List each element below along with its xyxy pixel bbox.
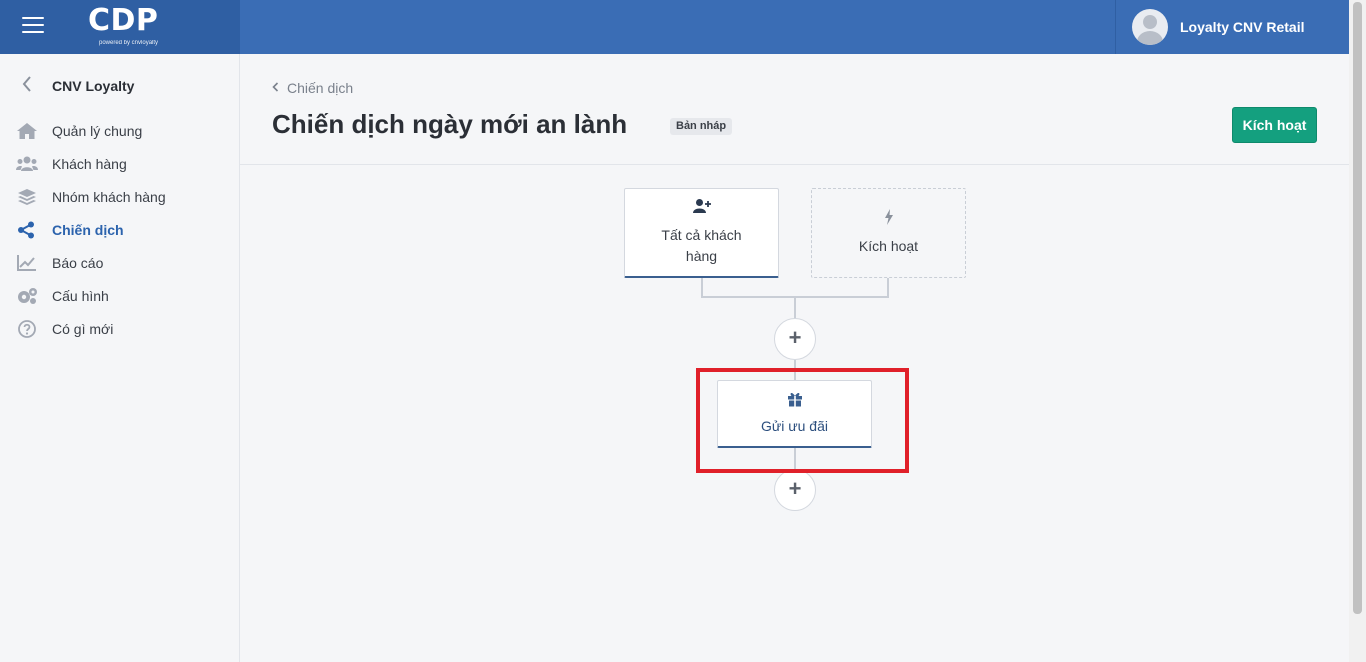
- activate-button[interactable]: Kích hoạt: [1232, 107, 1317, 143]
- sidebar-item-label: Nhóm khách hàng: [52, 188, 166, 205]
- sidebar-back-link[interactable]: CNV Loyalty: [0, 74, 240, 98]
- highlight-box: [696, 368, 909, 473]
- avatar: [1132, 9, 1168, 45]
- page-scrollbar[interactable]: [1349, 0, 1366, 662]
- cogs-icon: [0, 287, 52, 305]
- plus-icon: +: [788, 325, 802, 350]
- sidebar-nav: Quản lý chung Khách hàng Nhóm khách hàng…: [0, 114, 240, 345]
- sidebar-item-bao-cao[interactable]: Báo cáo: [0, 246, 240, 279]
- chevron-left-icon: [0, 75, 52, 97]
- scrollbar-thumb[interactable]: [1353, 2, 1362, 614]
- brand-block: CDP powered by cnvloyalty: [0, 0, 240, 54]
- logo-text: CDP: [88, 3, 159, 38]
- flow-node-trigger[interactable]: Kích hoạt: [811, 188, 966, 278]
- logo[interactable]: CDP powered by cnvloyalty: [88, 3, 168, 51]
- connector-line: [887, 278, 889, 297]
- sidebar-item-label: Có gì mới: [52, 320, 114, 337]
- breadcrumb-link[interactable]: Chiến dịch: [287, 80, 353, 96]
- flow-node-label: Tất cả khách hàng: [661, 227, 742, 264]
- status-badge: Bản nháp: [670, 118, 733, 135]
- add-step-button[interactable]: +: [774, 469, 816, 511]
- bolt-icon: [880, 209, 898, 230]
- user-plus-icon: [692, 198, 711, 219]
- page-title: Chiến dịch ngày mới an lành: [272, 109, 628, 139]
- users-icon: [0, 155, 52, 173]
- breadcrumb[interactable]: Chiến dịch: [272, 80, 353, 96]
- sidebar-item-co-gi-moi[interactable]: Có gì mới: [0, 312, 240, 345]
- sidebar-item-label: Cấu hình: [52, 287, 109, 304]
- connector-line: [701, 278, 703, 297]
- logo-subtext: powered by cnvloyalty: [99, 40, 159, 46]
- user-menu[interactable]: Loyalty CNV Retail: [1115, 0, 1349, 54]
- layers-icon: [0, 188, 52, 206]
- home-icon: [0, 122, 52, 140]
- question-circle-icon: [0, 319, 52, 338]
- sidebar-item-khach-hang[interactable]: Khách hàng: [0, 147, 240, 180]
- sidebar-item-label: Báo cáo: [52, 254, 104, 271]
- sidebar-item-chien-dich[interactable]: Chiến dịch: [0, 213, 240, 246]
- hamburger-menu-icon[interactable]: [22, 17, 44, 35]
- user-name: Loyalty CNV Retail: [1180, 19, 1305, 35]
- top-bar: CDP powered by cnvloyalty Loyalty CNV Re…: [0, 0, 1349, 54]
- sidebar-item-label: Quản lý chung: [52, 122, 143, 139]
- sidebar-item-label: Khách hàng: [52, 155, 127, 172]
- sidebar-item-cau-hinh[interactable]: Cấu hình: [0, 279, 240, 312]
- share-icon: [0, 221, 52, 239]
- sidebar-item-label: Chiến dịch: [52, 221, 124, 238]
- flow-canvas: Tất cả khách hàng Kích hoạt + Gửi ưu đãi…: [240, 165, 1349, 662]
- sidebar-item-quan-ly-chung[interactable]: Quản lý chung: [0, 114, 240, 147]
- flow-node-audience[interactable]: Tất cả khách hàng: [624, 188, 779, 278]
- chevron-left-icon: [272, 81, 279, 95]
- add-step-button[interactable]: +: [774, 318, 816, 360]
- sidebar-item-nhom-khach-hang[interactable]: Nhóm khách hàng: [0, 180, 240, 213]
- sidebar-title: CNV Loyalty: [52, 78, 135, 94]
- connector-line: [794, 296, 796, 320]
- plus-icon: +: [788, 476, 802, 501]
- flow-node-label: Kích hoạt: [858, 238, 919, 254]
- chart-line-icon: [0, 254, 52, 272]
- page-header: Chiến dịch Chiến dịch ngày mới an lành B…: [240, 54, 1349, 165]
- sidebar: CNV Loyalty Quản lý chung Khách hàng Nhó…: [0, 54, 240, 662]
